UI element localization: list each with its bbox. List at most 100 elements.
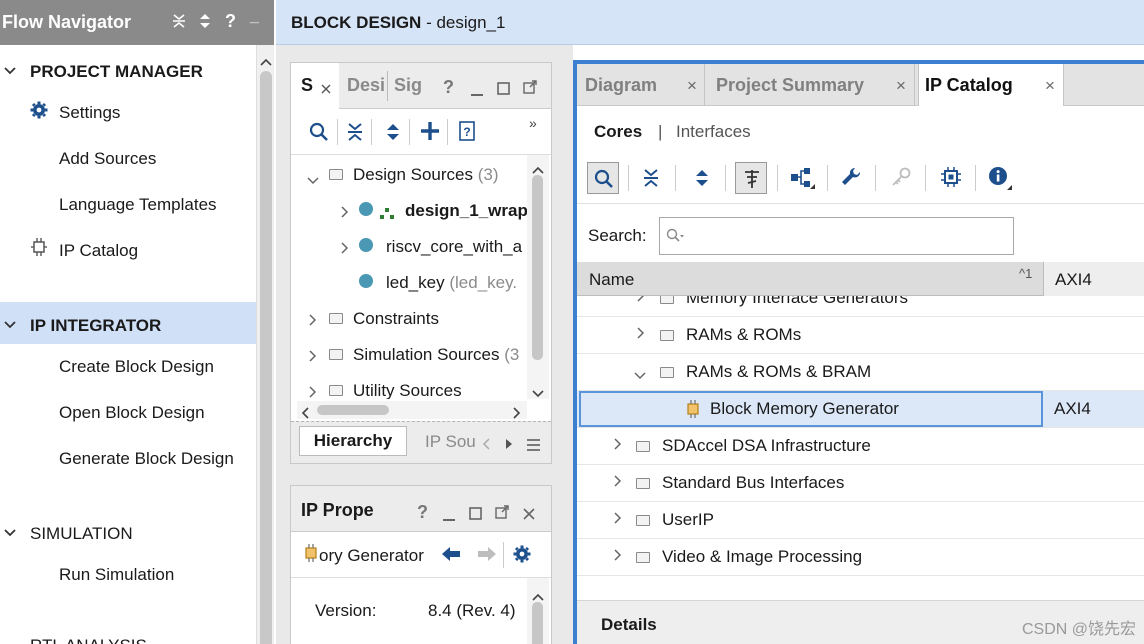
chevron-down-icon[interactable] (4, 317, 16, 332)
help-icon[interactable]: ? (417, 502, 428, 523)
tab-interfaces[interactable]: Interfaces (676, 122, 751, 142)
minimize-icon[interactable]: _ (250, 8, 259, 26)
chevron-down-icon[interactable] (4, 525, 16, 540)
more-chevron-icon[interactable]: » (529, 115, 537, 131)
nav-generate-block-design[interactable]: Generate Block Design (59, 449, 234, 469)
nav-open-block-design[interactable]: Open Block Design (59, 403, 205, 423)
tab-ip-sources[interactable]: IP Sou (425, 432, 475, 452)
tree-design-sources[interactable]: Design Sources (3) (353, 165, 499, 185)
nav-create-block-design[interactable]: Create Block Design (59, 357, 214, 377)
table-row[interactable]: Standard Bus Interfaces (577, 465, 1144, 502)
maximize-icon[interactable] (497, 80, 510, 100)
search-box[interactable] (659, 217, 1014, 255)
tab-scroll-left-icon[interactable] (482, 435, 490, 455)
chevron-right-icon[interactable] (637, 327, 645, 342)
sort-indicator[interactable]: ^1 (1019, 266, 1032, 281)
tab-sources[interactable]: S (291, 63, 339, 109)
filter-button[interactable] (735, 162, 767, 194)
forward-arrow-icon[interactable] (477, 546, 497, 567)
float-icon[interactable] (523, 79, 537, 99)
ip-properties-scrollbar[interactable] (527, 578, 549, 644)
nav-settings[interactable]: Settings (59, 103, 120, 123)
chevron-right-icon[interactable] (614, 475, 622, 490)
tab-project-summary[interactable]: Project Summary × (710, 64, 915, 106)
chevron-right-icon[interactable] (309, 383, 317, 399)
tab-signals[interactable]: Sig (394, 75, 422, 96)
chevron-right-icon[interactable] (614, 549, 622, 564)
nav-add-sources[interactable]: Add Sources (59, 149, 156, 169)
tree-constraints[interactable]: Constraints (353, 309, 439, 329)
section-rtl-analysis[interactable]: RTL ANALYSIS (30, 636, 147, 644)
scrollbar-thumb[interactable] (317, 405, 389, 415)
close-icon[interactable]: × (687, 76, 697, 96)
info-icon[interactable] (988, 166, 1012, 195)
table-row[interactable]: RAMs & ROMs & BRAM (577, 354, 1144, 391)
chevron-right-icon[interactable] (309, 311, 317, 331)
tab-list-icon[interactable] (527, 436, 540, 456)
nav-run-simulation[interactable]: Run Simulation (59, 565, 174, 585)
search-icon[interactable] (309, 122, 329, 147)
table-row[interactable]: SDAccel DSA Infrastructure (577, 428, 1144, 465)
help-icon[interactable]: ? (443, 77, 454, 98)
chevron-right-icon[interactable] (341, 239, 349, 259)
nav-language-templates[interactable]: Language Templates (59, 195, 217, 215)
tab-hierarchy[interactable]: Hierarchy (299, 426, 407, 456)
collapse-all-icon[interactable] (347, 122, 363, 147)
scroll-down-icon[interactable] (532, 383, 544, 403)
collapse-all-icon[interactable] (643, 168, 659, 193)
sources-horizontal-scrollbar[interactable] (297, 401, 527, 419)
sources-vertical-scrollbar[interactable] (527, 155, 549, 399)
tab-diagram[interactable]: Diagram × (577, 64, 705, 106)
minimize-icon[interactable] (471, 81, 483, 101)
tab-scroll-right-icon[interactable] (505, 435, 513, 455)
chevron-down-icon[interactable] (4, 63, 16, 78)
back-arrow-icon[interactable] (441, 546, 461, 567)
tab-design[interactable]: Desi (347, 75, 385, 96)
chevron-right-icon[interactable] (614, 438, 622, 453)
scrollbar-thumb[interactable] (532, 175, 543, 360)
expand-all-icon[interactable] (385, 122, 401, 147)
tab-cores[interactable]: Cores (594, 122, 642, 142)
table-row-selected[interactable]: Block Memory Generator AXI4 (577, 391, 1144, 428)
expand-all-icon[interactable] (694, 168, 710, 193)
section-simulation[interactable]: SIMULATION (30, 524, 133, 544)
section-project-manager[interactable]: PROJECT MANAGER (30, 62, 203, 82)
tree-led-key[interactable]: led_key (led_key. (386, 273, 527, 293)
scrollbar-thumb[interactable] (532, 602, 543, 644)
chevron-right-icon[interactable] (614, 512, 622, 527)
maximize-icon[interactable] (469, 505, 482, 525)
nav-ip-catalog[interactable]: IP Catalog (59, 241, 138, 261)
close-icon[interactable] (321, 79, 331, 99)
scrollbar-thumb[interactable] (260, 71, 272, 644)
table-row[interactable]: Video & Image Processing (577, 539, 1144, 576)
chevron-right-icon[interactable] (309, 347, 317, 367)
chevron-right-icon[interactable] (637, 296, 645, 305)
search-toggle-button[interactable] (587, 162, 619, 194)
close-icon[interactable] (523, 505, 535, 525)
tree-design-1-wrapper[interactable]: design_1_wrap (405, 201, 527, 221)
table-row[interactable]: RAMs & ROMs (577, 317, 1144, 354)
hierarchy-view-icon[interactable] (791, 167, 815, 194)
tree-simulation-sources[interactable]: Simulation Sources (3 (353, 345, 527, 365)
tab-ip-catalog[interactable]: IP Catalog × (918, 64, 1064, 106)
gear-icon[interactable] (513, 545, 531, 568)
details-label[interactable]: Details (601, 615, 657, 635)
tree-riscv-core[interactable]: riscv_core_with_a (386, 237, 527, 257)
section-ip-integrator[interactable]: IP INTEGRATOR (30, 316, 161, 336)
scroll-up-icon[interactable] (260, 51, 272, 71)
chevron-down-icon[interactable] (307, 170, 319, 190)
table-row[interactable]: Memory Interface Generators (577, 296, 1144, 317)
search-input[interactable] (688, 222, 1008, 250)
minimize-icon[interactable] (443, 506, 455, 526)
column-name-header[interactable]: Name (589, 270, 634, 290)
chip-icon[interactable] (941, 167, 961, 192)
key-icon[interactable] (891, 167, 911, 192)
properties-icon[interactable]: ? (459, 121, 475, 146)
float-icon[interactable] (495, 504, 509, 524)
close-icon[interactable]: × (1045, 76, 1055, 96)
collapse-all-icon[interactable] (172, 13, 186, 34)
add-icon[interactable] (420, 121, 440, 146)
chevron-right-icon[interactable] (341, 203, 349, 223)
expand-icon[interactable] (198, 13, 212, 34)
flow-navigator-scrollbar[interactable] (256, 45, 274, 644)
